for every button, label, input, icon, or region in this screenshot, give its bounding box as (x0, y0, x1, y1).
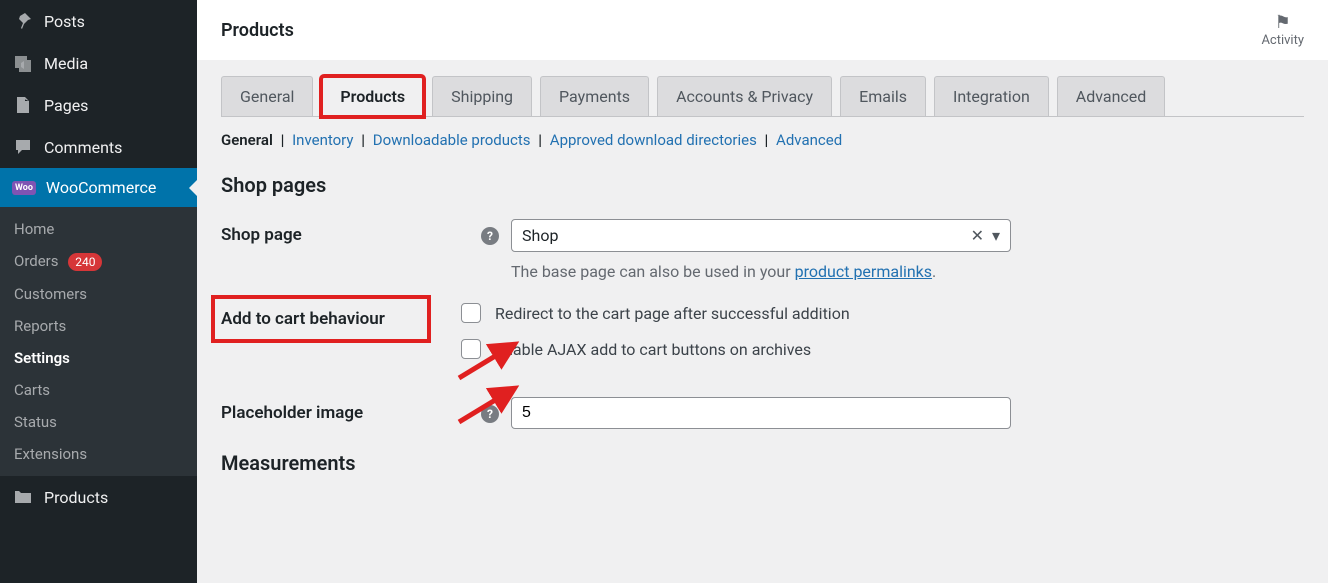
enable-ajax-label: Enable AJAX add to cart buttons on archi… (495, 340, 811, 359)
sidebar-sub-home[interactable]: Home (0, 213, 197, 245)
top-bar: Products ⚑ Activity (197, 0, 1328, 60)
sidebar-item-products[interactable]: Products (0, 476, 197, 518)
pages-icon (12, 94, 34, 116)
shop-pages-heading: Shop pages (221, 173, 1304, 197)
sidebar-sub-settings[interactable]: Settings (0, 342, 197, 374)
sidebar-label: WooCommerce (46, 178, 156, 197)
pin-icon (12, 10, 34, 32)
tab-advanced[interactable]: Advanced (1057, 76, 1166, 116)
comment-icon (12, 136, 34, 158)
tab-payments[interactable]: Payments (540, 76, 649, 116)
sidebar-sub-extensions[interactable]: Extensions (0, 438, 197, 470)
media-icon (12, 52, 34, 74)
placeholder-image-label: Placeholder image (221, 397, 481, 423)
tab-general[interactable]: General (221, 76, 313, 116)
tab-integration[interactable]: Integration (934, 76, 1049, 116)
placeholder-image-input[interactable] (511, 397, 1011, 429)
sidebar-label: Posts (44, 12, 85, 31)
enable-ajax-checkbox[interactable] (461, 339, 481, 359)
activity-label: Activity (1261, 33, 1304, 48)
help-icon[interactable]: ? (481, 227, 499, 245)
sidebar-label: Comments (44, 138, 122, 157)
sidebar-item-comments[interactable]: Comments (0, 126, 197, 168)
shop-page-hint: The base page can also be used in your p… (511, 262, 1011, 281)
sidebar-sub-carts[interactable]: Carts (0, 374, 197, 406)
sub-link-downloadable[interactable]: Downloadable products (373, 131, 531, 149)
admin-sidebar: Posts Media Pages Comments Woo WooCommer… (0, 0, 197, 583)
help-icon[interactable]: ? (481, 405, 499, 423)
sidebar-submenu: Home Orders 240 Customers Reports Settin… (0, 207, 197, 476)
add-to-cart-behaviour-label: Add to cart behaviour (211, 295, 431, 343)
sidebar-item-woocommerce[interactable]: Woo WooCommerce (0, 168, 197, 207)
sidebar-item-posts[interactable]: Posts (0, 0, 197, 42)
sidebar-sub-status[interactable]: Status (0, 406, 197, 438)
settings-tabs: General Products Shipping Payments Accou… (221, 76, 1304, 117)
main-content: Products ⚑ Activity General Products Shi… (197, 0, 1328, 583)
tab-accounts-privacy[interactable]: Accounts & Privacy (657, 76, 832, 116)
sub-link-current: General (221, 131, 273, 149)
redirect-to-cart-checkbox[interactable] (461, 303, 481, 323)
sidebar-label: Pages (44, 96, 88, 115)
tab-emails[interactable]: Emails (840, 76, 926, 116)
sub-link-approved-dirs[interactable]: Approved download directories (550, 131, 757, 149)
clear-icon[interactable]: ✕ (971, 226, 984, 245)
orders-count-badge: 240 (68, 253, 102, 271)
chevron-down-icon: ▾ (992, 226, 1000, 245)
shop-page-select[interactable]: Shop ✕ ▾ (511, 219, 1011, 252)
woocommerce-icon: Woo (12, 181, 36, 195)
shop-page-label: Shop page (221, 219, 481, 245)
sidebar-sub-label: Orders (14, 252, 59, 270)
sub-link-inventory[interactable]: Inventory (292, 131, 353, 149)
activity-button[interactable]: ⚑ Activity (1261, 12, 1304, 48)
sidebar-sub-customers[interactable]: Customers (0, 278, 197, 310)
products-icon (12, 486, 34, 508)
sidebar-label: Products (44, 488, 108, 507)
sidebar-sub-orders[interactable]: Orders 240 (0, 245, 197, 278)
page-title: Products (221, 20, 294, 41)
measurements-heading: Measurements (221, 451, 1304, 475)
sidebar-label: Media (44, 54, 88, 73)
sidebar-item-media[interactable]: Media (0, 42, 197, 84)
sidebar-sub-reports[interactable]: Reports (0, 310, 197, 342)
tab-products[interactable]: Products (321, 76, 424, 117)
sub-section-links: General | Inventory | Downloadable produ… (221, 117, 1304, 163)
shop-page-value: Shop (522, 226, 971, 245)
sidebar-item-pages[interactable]: Pages (0, 84, 197, 126)
flag-icon: ⚑ (1261, 12, 1304, 33)
tab-shipping[interactable]: Shipping (432, 76, 532, 116)
product-permalinks-link[interactable]: product permalinks (795, 262, 932, 281)
sub-link-advanced[interactable]: Advanced (776, 131, 842, 149)
redirect-to-cart-label: Redirect to the cart page after successf… (495, 304, 850, 323)
